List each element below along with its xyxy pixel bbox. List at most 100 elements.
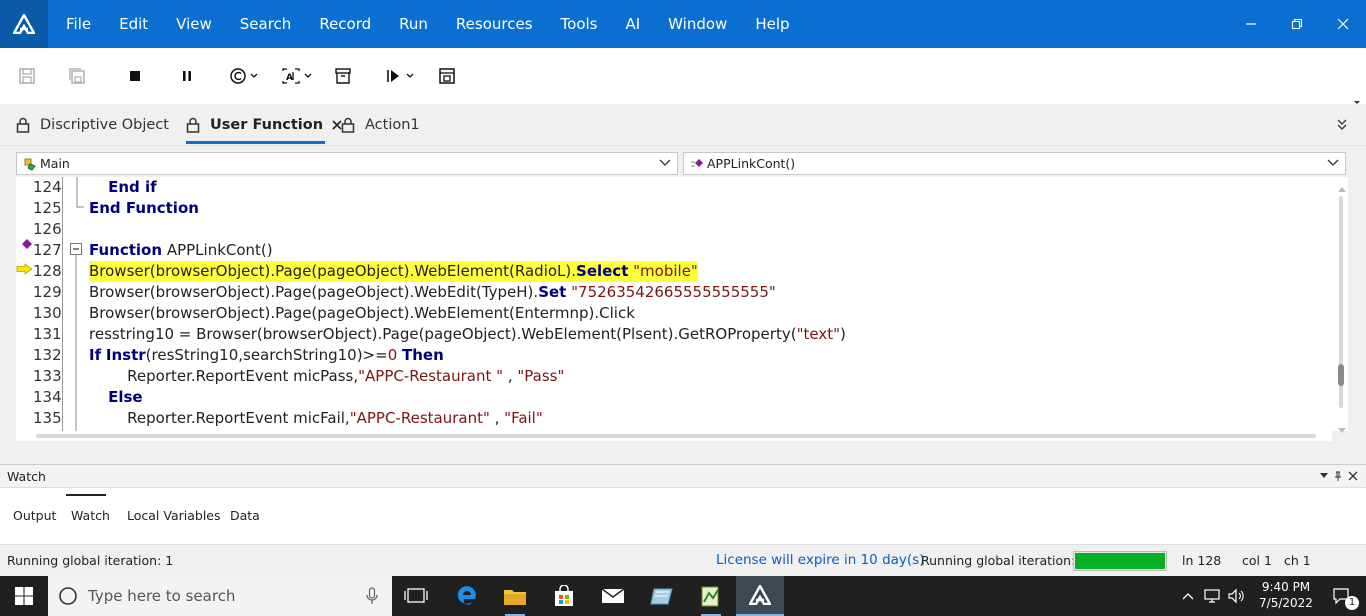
menu-window[interactable]: Window xyxy=(654,0,741,48)
object-spy-icon[interactable] xyxy=(436,64,458,88)
menu-resources[interactable]: Resources xyxy=(442,0,547,48)
scroll-h-thumb[interactable] xyxy=(36,434,1316,438)
menu-view[interactable]: View xyxy=(162,0,226,48)
menu-record[interactable]: Record xyxy=(305,0,385,48)
scroll-up-icon[interactable] xyxy=(1338,180,1346,196)
collapse-icon[interactable] xyxy=(70,243,82,255)
notepad-plus-icon[interactable] xyxy=(687,576,735,616)
record-mode-dropdown[interactable] xyxy=(228,64,262,88)
task-view-icon[interactable] xyxy=(392,576,440,616)
microphone-icon[interactable] xyxy=(366,587,378,605)
code-line[interactable]: 135 Reporter.ReportEvent micFail,"APPC-R… xyxy=(16,408,1336,429)
restore-button[interactable] xyxy=(1274,0,1320,48)
code-line[interactable]: 129 Browser(browserObject).Page(pageObjec… xyxy=(16,282,1336,303)
code-text: Else xyxy=(89,387,143,408)
save-all-icon[interactable] xyxy=(66,64,88,88)
minimize-button[interactable] xyxy=(1228,0,1274,48)
code-line[interactable]: 132 If Instr(resString10,searchString10)>… xyxy=(16,345,1336,366)
code-line[interactable]: 133 Reporter.ReportEvent micPass,"APPC-R… xyxy=(16,366,1336,387)
keyword: Else xyxy=(108,388,143,406)
tab-discriptive-object[interactable]: Discriptive Object xyxy=(16,104,169,146)
string-literal: "Fail" xyxy=(504,409,543,427)
edge-browser-icon[interactable] xyxy=(443,576,491,616)
notification-center-icon[interactable]: 1 xyxy=(1322,576,1362,616)
scroll-thumb[interactable] xyxy=(1338,364,1344,386)
panel-tab-watch[interactable]: Watch xyxy=(71,508,110,523)
code-token: , xyxy=(489,409,505,427)
app-pad-icon[interactable] xyxy=(638,576,686,616)
taskbar-search-input[interactable]: Type here to search xyxy=(48,576,392,616)
step-run-dropdown[interactable] xyxy=(384,64,418,88)
menu-run[interactable]: Run xyxy=(385,0,442,48)
menu-file[interactable]: File xyxy=(52,0,105,48)
function-dropdown[interactable]: APPLinkCont() xyxy=(683,152,1346,175)
string-literal: "mobile" xyxy=(633,262,698,280)
tab-action1[interactable]: Action1 xyxy=(341,104,420,146)
code-text: resstring10 = Browser(browserObject).Pag… xyxy=(89,324,846,345)
close-panel-icon[interactable] xyxy=(1348,471,1358,481)
uft-taskbar-icon[interactable] xyxy=(736,576,784,616)
string-literal: 0 xyxy=(387,346,398,364)
system-clock[interactable]: 9:40 PM 7/5/2022 xyxy=(1254,579,1318,611)
chevron-down-icon xyxy=(659,159,671,167)
code-line[interactable]: 124 End if xyxy=(16,177,1336,198)
tab-user-function[interactable]: User Function xyxy=(186,104,342,146)
menu-tools[interactable]: Tools xyxy=(547,0,612,48)
mail-icon[interactable] xyxy=(589,576,637,616)
pin-icon[interactable] xyxy=(1334,471,1342,481)
license-link[interactable]: License will expire in 10 day(s) xyxy=(716,552,924,568)
save-icon[interactable] xyxy=(16,64,38,88)
code-text: Reporter.ReportEvent micPass,"APPC-Resta… xyxy=(89,366,564,387)
store-icon[interactable] xyxy=(540,576,588,616)
run-mode-dropdown[interactable]: A xyxy=(280,64,314,88)
scope-dropdown[interactable]: Main xyxy=(16,152,678,175)
code-token: resstring10 = Browser(browserObject).Pag… xyxy=(89,325,797,343)
iteration-status: Running global iteration: 1 xyxy=(921,553,1088,568)
bottom-panel: Output Watch Local Variables Data xyxy=(0,488,1366,544)
code-line[interactable]: 131 resstring10 = Browser(browserObject).… xyxy=(16,324,1336,345)
column-indicator: col 1 xyxy=(1242,553,1272,568)
gutter-separator xyxy=(62,177,63,431)
horizontal-scrollbar[interactable] xyxy=(16,431,1332,441)
close-window-button[interactable] xyxy=(1320,0,1366,48)
network-icon[interactable] xyxy=(1201,576,1223,616)
code-line[interactable]: 126 xyxy=(16,219,1336,240)
stop-icon[interactable] xyxy=(124,64,146,88)
panel-tab-output[interactable]: Output xyxy=(13,508,56,523)
code-line[interactable]: 134 Else xyxy=(16,387,1336,408)
code-line[interactable]: 125 End Function xyxy=(16,198,1336,219)
vertical-scrollbar[interactable] xyxy=(1336,180,1346,433)
pause-icon[interactable] xyxy=(176,64,198,88)
tray-expand-icon[interactable] xyxy=(1177,576,1199,616)
code-token: , xyxy=(503,367,518,385)
code-editor[interactable]: 124 End if 125 End Function 126 127 Function … xyxy=(16,177,1348,431)
svg-text:A: A xyxy=(286,73,293,83)
volume-icon[interactable] xyxy=(1225,576,1247,616)
string-literal: "APPC-Restaurant" xyxy=(349,409,490,427)
keyword: Then xyxy=(402,346,444,364)
code-token: Browser(browserObject).Page(pageObject).… xyxy=(89,304,635,322)
lock-icon xyxy=(16,117,30,133)
status-bar: Running global iteration: 1 License will… xyxy=(0,544,1366,576)
code-line[interactable]: 127 Function APPLinkCont() xyxy=(16,240,1336,261)
panel-tab-data[interactable]: Data xyxy=(230,508,260,523)
lock-icon xyxy=(186,117,200,133)
archive-icon[interactable] xyxy=(332,64,354,88)
menu-search[interactable]: Search xyxy=(226,0,306,48)
file-explorer-icon[interactable] xyxy=(491,576,539,616)
code-line[interactable]: 128 Browser(browserObject).Page(pageObjec… xyxy=(16,261,1336,282)
windows-start-icon[interactable] xyxy=(0,576,48,616)
menu-ai[interactable]: AI xyxy=(611,0,654,48)
tabs-overflow-icon[interactable] xyxy=(1337,118,1347,134)
string-literal: "APPC-Restaurant " xyxy=(358,367,504,385)
scroll-down-icon[interactable] xyxy=(1338,422,1346,438)
menu-edit[interactable]: Edit xyxy=(105,0,162,48)
code-line[interactable]: 130 Browser(browserObject).Page(pageObjec… xyxy=(16,303,1336,324)
keyword: Instr xyxy=(105,346,146,364)
function-icon xyxy=(690,157,704,171)
panel-menu-icon[interactable] xyxy=(1320,473,1328,479)
panel-tab-local-variables[interactable]: Local Variables xyxy=(127,508,221,523)
menu-help[interactable]: Help xyxy=(741,0,803,48)
